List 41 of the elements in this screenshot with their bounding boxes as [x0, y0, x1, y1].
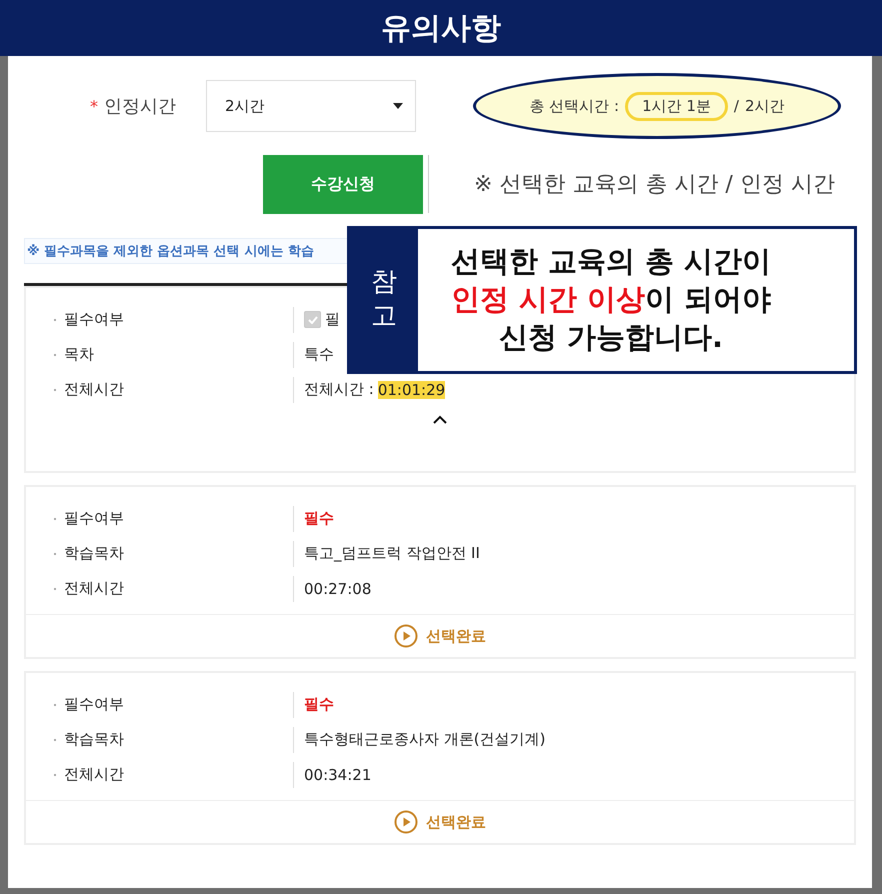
summary-label: 총 선택시간 : [529, 96, 620, 116]
selected-time: 1시간 1분 [625, 92, 728, 120]
total-time: 2시간 [744, 96, 785, 116]
row-label: 전체시간 [64, 765, 125, 784]
highlighted-time: 01:01:29 [378, 380, 446, 398]
row-label: 전체시간 [64, 380, 125, 399]
select-complete-button[interactable]: 선택완료 [394, 624, 486, 648]
checkbox[interactable] [304, 311, 321, 328]
separator: / [734, 97, 739, 115]
row-label: 전체시간 [64, 579, 125, 598]
time-select[interactable]: 2시간 [206, 80, 416, 132]
window-title: 유의사항 [381, 10, 501, 48]
callout-tag: 참고 [350, 229, 418, 371]
row-label: 학습목차 [64, 730, 125, 749]
row-label: 필수여부 [64, 509, 125, 528]
row-value: 필 [325, 310, 340, 329]
caret-icon [393, 103, 403, 109]
row-value: 특수형태근로종사자 개론(건설기계) [304, 730, 546, 749]
row-value: 특수 [304, 345, 334, 364]
row-label: 필수여부 [64, 310, 125, 329]
required-value: 필수 [304, 509, 334, 528]
callout-line: 선택한 교육의 총 시간이 [450, 243, 772, 280]
row-label: 학습목차 [64, 544, 125, 563]
required-mark: * [90, 96, 98, 116]
play-icon [394, 810, 418, 834]
collapse-icon[interactable] [433, 415, 447, 424]
row-label: 목차 [64, 345, 95, 364]
apply-button[interactable]: 수강신청 [263, 154, 423, 214]
row-value: 전체시간 : [304, 380, 374, 399]
row-label: 필수여부 [64, 695, 125, 714]
note-text: ※ 선택한 교육의 총 시간 / 인정 시간 [474, 171, 835, 199]
checkmark-icon [308, 316, 318, 324]
row-value: 특고_덤프트럭 작업안전 II [304, 544, 480, 563]
callout-line: 인정 시간 이상이 되어야 [450, 281, 772, 318]
play-icon [394, 624, 418, 648]
required-value: 필수 [304, 695, 334, 714]
row-value: 00:27:08 [304, 580, 372, 598]
field-label: 인정시간 [104, 95, 176, 118]
select-complete-button[interactable]: 선택완료 [394, 810, 486, 834]
row-value: 00:34:21 [304, 766, 372, 784]
callout-line: 신청 가능합니다. [498, 318, 724, 356]
